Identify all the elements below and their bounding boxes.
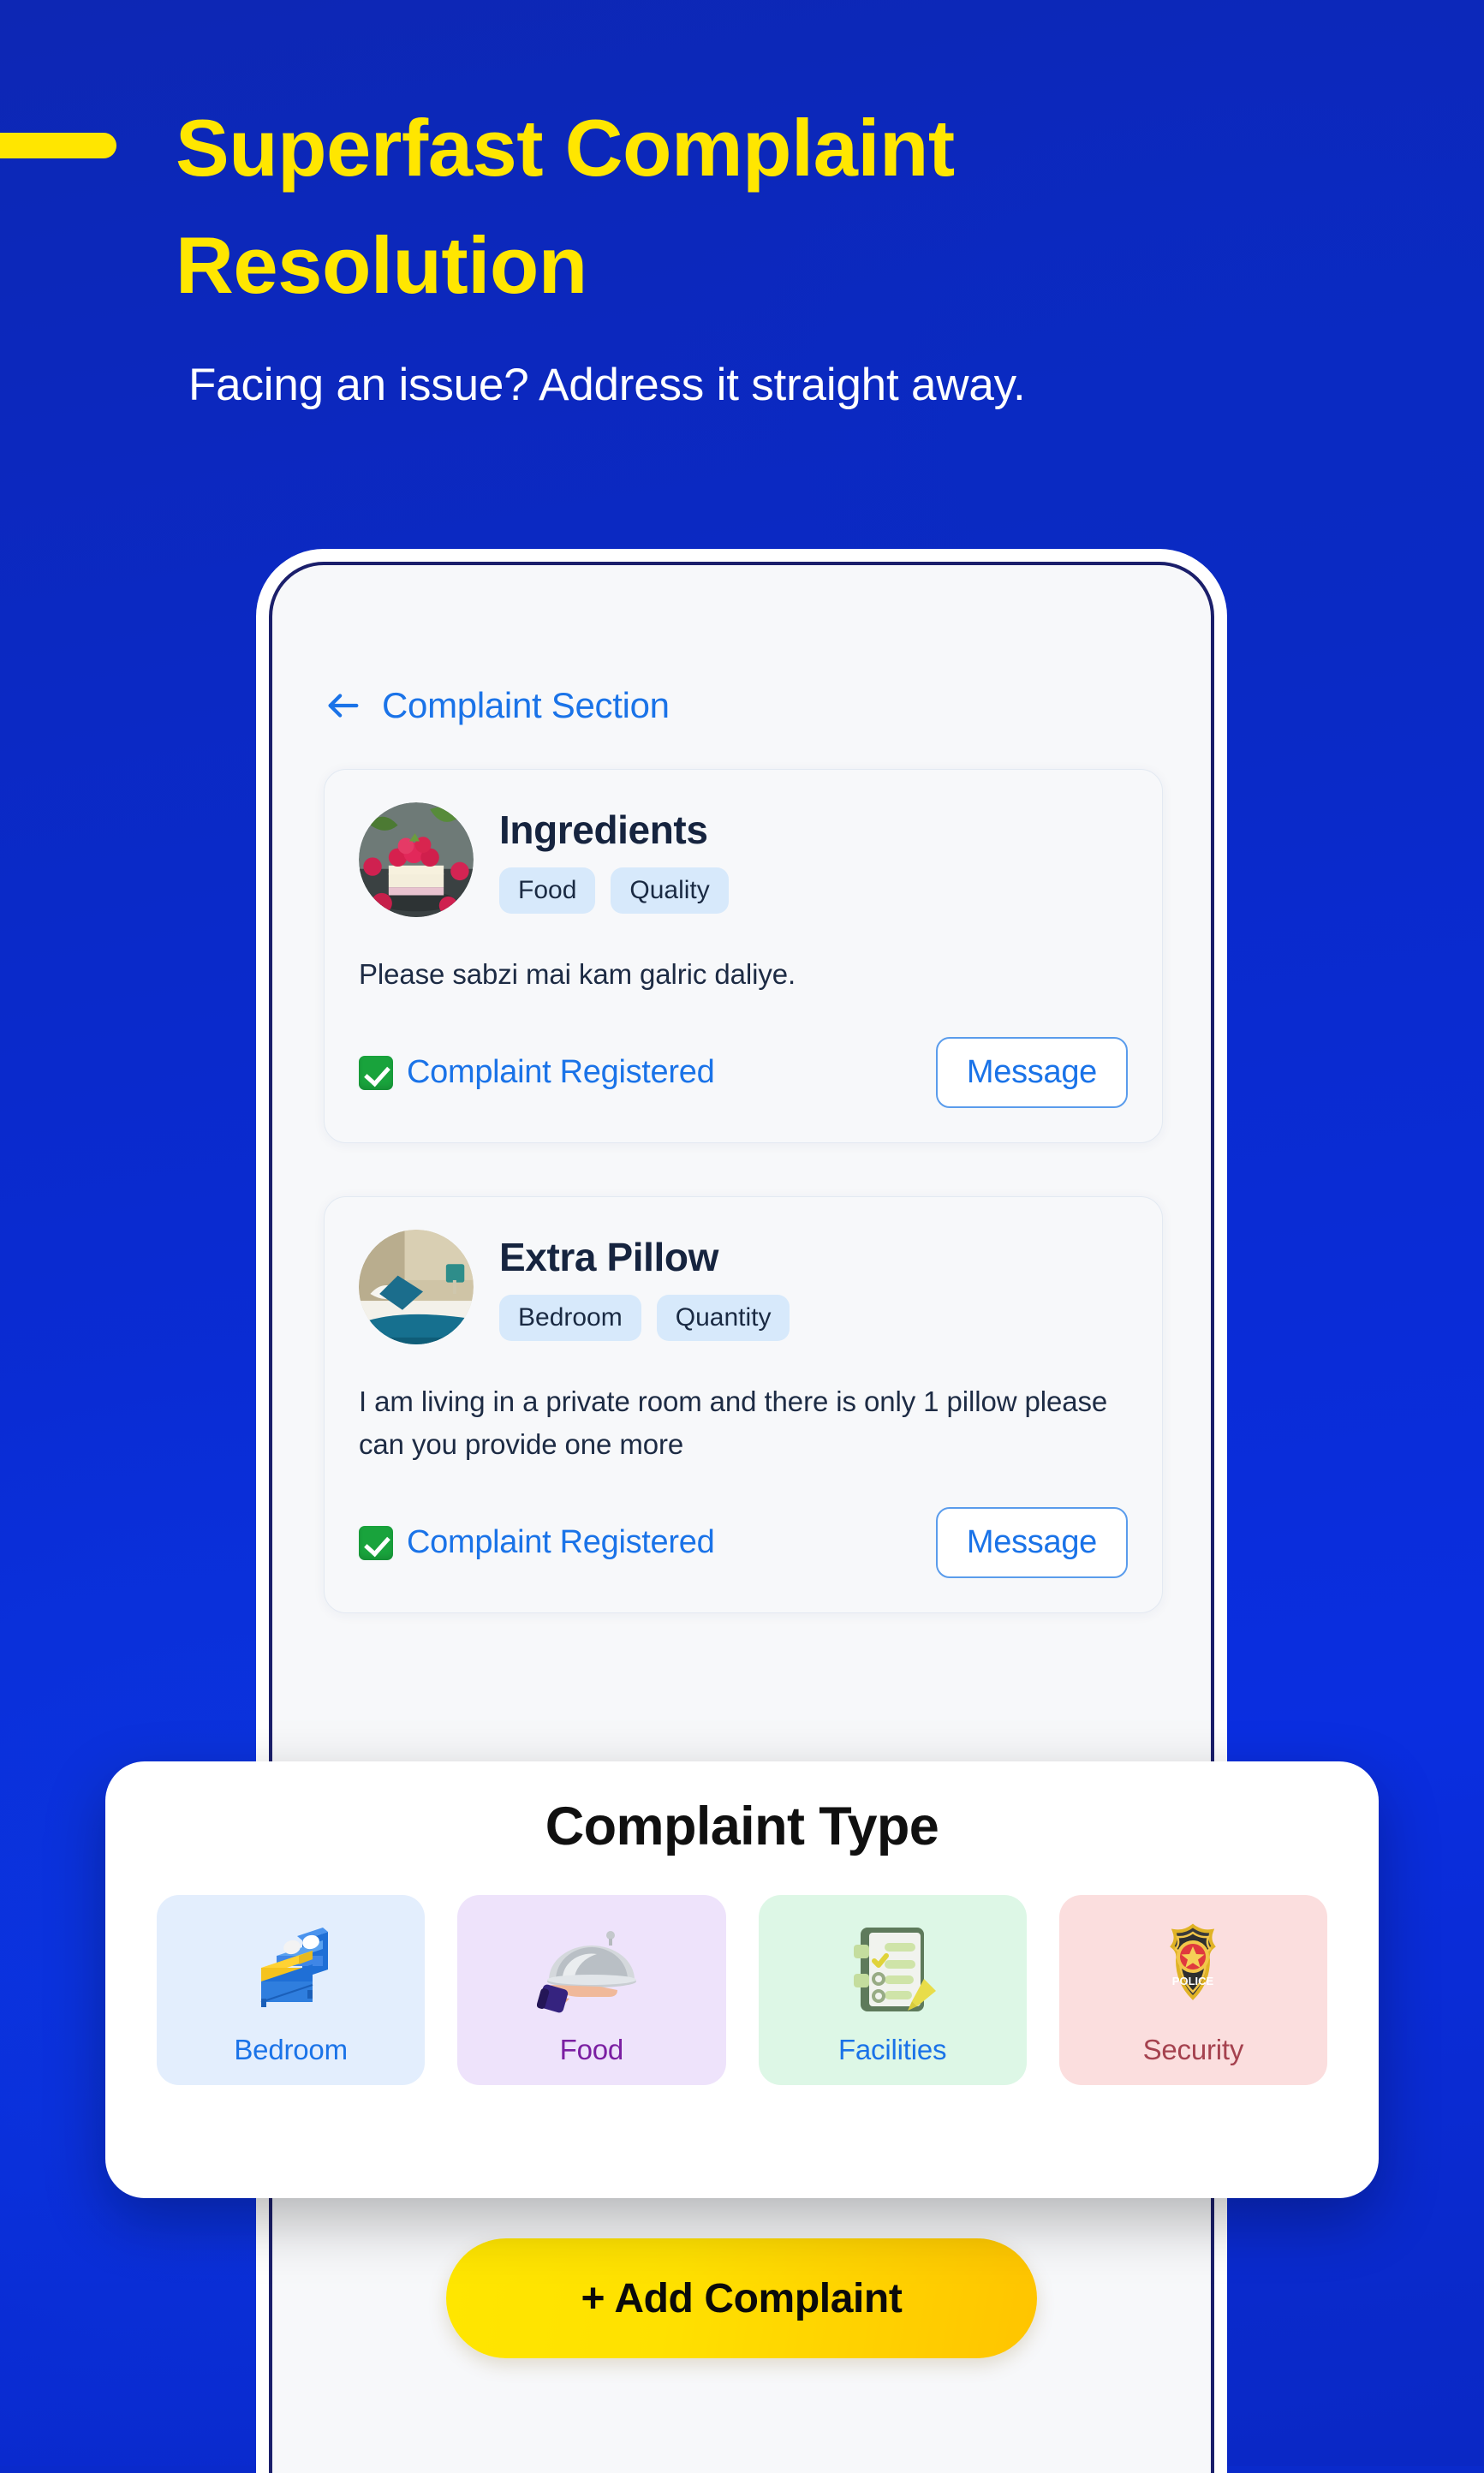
check-mark-green-icon	[359, 1055, 393, 1090]
complaint-type-grid: Bedroom Food Facilities POLICE Security	[157, 1895, 1327, 2085]
cloche-server-icon	[536, 1916, 647, 2025]
complaint-tags: Bedroom Quantity	[499, 1295, 790, 1342]
message-button[interactable]: Message	[935, 1507, 1128, 1579]
complaint-type-label: Security	[1142, 2034, 1244, 2065]
bed-icon	[239, 1916, 343, 2025]
complaint-card[interactable]: Ingredients Food Quality Please sabzi ma…	[324, 769, 1163, 1144]
complaint-description: I am living in a private room and there …	[359, 1385, 1108, 1461]
add-complaint-button[interactable]: + Add Complaint	[446, 2238, 1037, 2358]
app-title: Complaint Section	[382, 685, 670, 725]
back-arrow-icon[interactable]	[324, 686, 363, 725]
complaint-type-facilities[interactable]: Facilities	[758, 1895, 1027, 2085]
complaint-title: Ingredients	[499, 807, 708, 852]
clipboard-list-icon	[842, 1916, 943, 2025]
complaint-card-footer: Complaint Registered Message	[359, 1037, 1128, 1109]
complaint-card-header: Ingredients Food Quality	[359, 802, 1128, 917]
svg-text:POLICE: POLICE	[1172, 1975, 1214, 1987]
complaint-tag: Food	[499, 867, 596, 915]
complaint-meta: Ingredients Food Quality	[499, 802, 729, 915]
complaint-tag: Bedroom	[499, 1295, 641, 1342]
status-badge: Complaint Registered	[359, 1054, 715, 1091]
bedroom-pillow-photo-avatar	[359, 1230, 474, 1345]
complaint-type-modal: Complaint Type Bedroom Food Facilities P…	[105, 1761, 1379, 2198]
message-button[interactable]: Message	[935, 1037, 1128, 1109]
app-header: Complaint Section	[324, 685, 670, 726]
complaint-tag: Quantity	[656, 1295, 790, 1342]
complaint-tag: Quality	[611, 867, 729, 915]
yellow-dash-accent-icon	[0, 133, 116, 158]
complaint-title: Extra Pillow	[499, 1235, 718, 1280]
complaint-type-food[interactable]: Food	[457, 1895, 726, 2085]
complaint-card-header: Extra Pillow Bedroom Quantity	[359, 1230, 1128, 1345]
status-label: Complaint Registered	[407, 1054, 715, 1091]
raspberry-cake-photo-avatar	[359, 802, 474, 917]
status-label: Complaint Registered	[407, 1524, 715, 1561]
police-badge-icon: POLICE	[1146, 1916, 1240, 2025]
complaint-card-footer: Complaint Registered Message	[359, 1507, 1128, 1579]
complaint-type-security[interactable]: POLICE Security	[1058, 1895, 1327, 2085]
check-mark-green-icon	[359, 1525, 393, 1560]
complaint-type-label: Bedroom	[234, 2034, 348, 2065]
complaint-tags: Food Quality	[499, 867, 729, 915]
complaint-type-label: Facilities	[837, 2034, 947, 2065]
complaint-type-bedroom[interactable]: Bedroom	[157, 1895, 426, 2085]
complaint-card[interactable]: Extra Pillow Bedroom Quantity I am livin…	[324, 1196, 1163, 1614]
complaint-type-label: Food	[559, 2034, 624, 2065]
modal-title: Complaint Type	[545, 1797, 939, 1856]
complaint-list: Ingredients Food Quality Please sabzi ma…	[324, 769, 1163, 1666]
complaint-description: Please sabzi mai kam galric daliye.	[359, 958, 796, 990]
add-complaint-container: + Add Complaint	[272, 2238, 1211, 2358]
page-title: Superfast Complaint Resolution	[176, 103, 955, 311]
page-subtitle: Facing an issue? Address it straight awa…	[188, 360, 1026, 410]
complaint-meta: Extra Pillow Bedroom Quantity	[499, 1230, 790, 1342]
status-badge: Complaint Registered	[359, 1524, 715, 1561]
